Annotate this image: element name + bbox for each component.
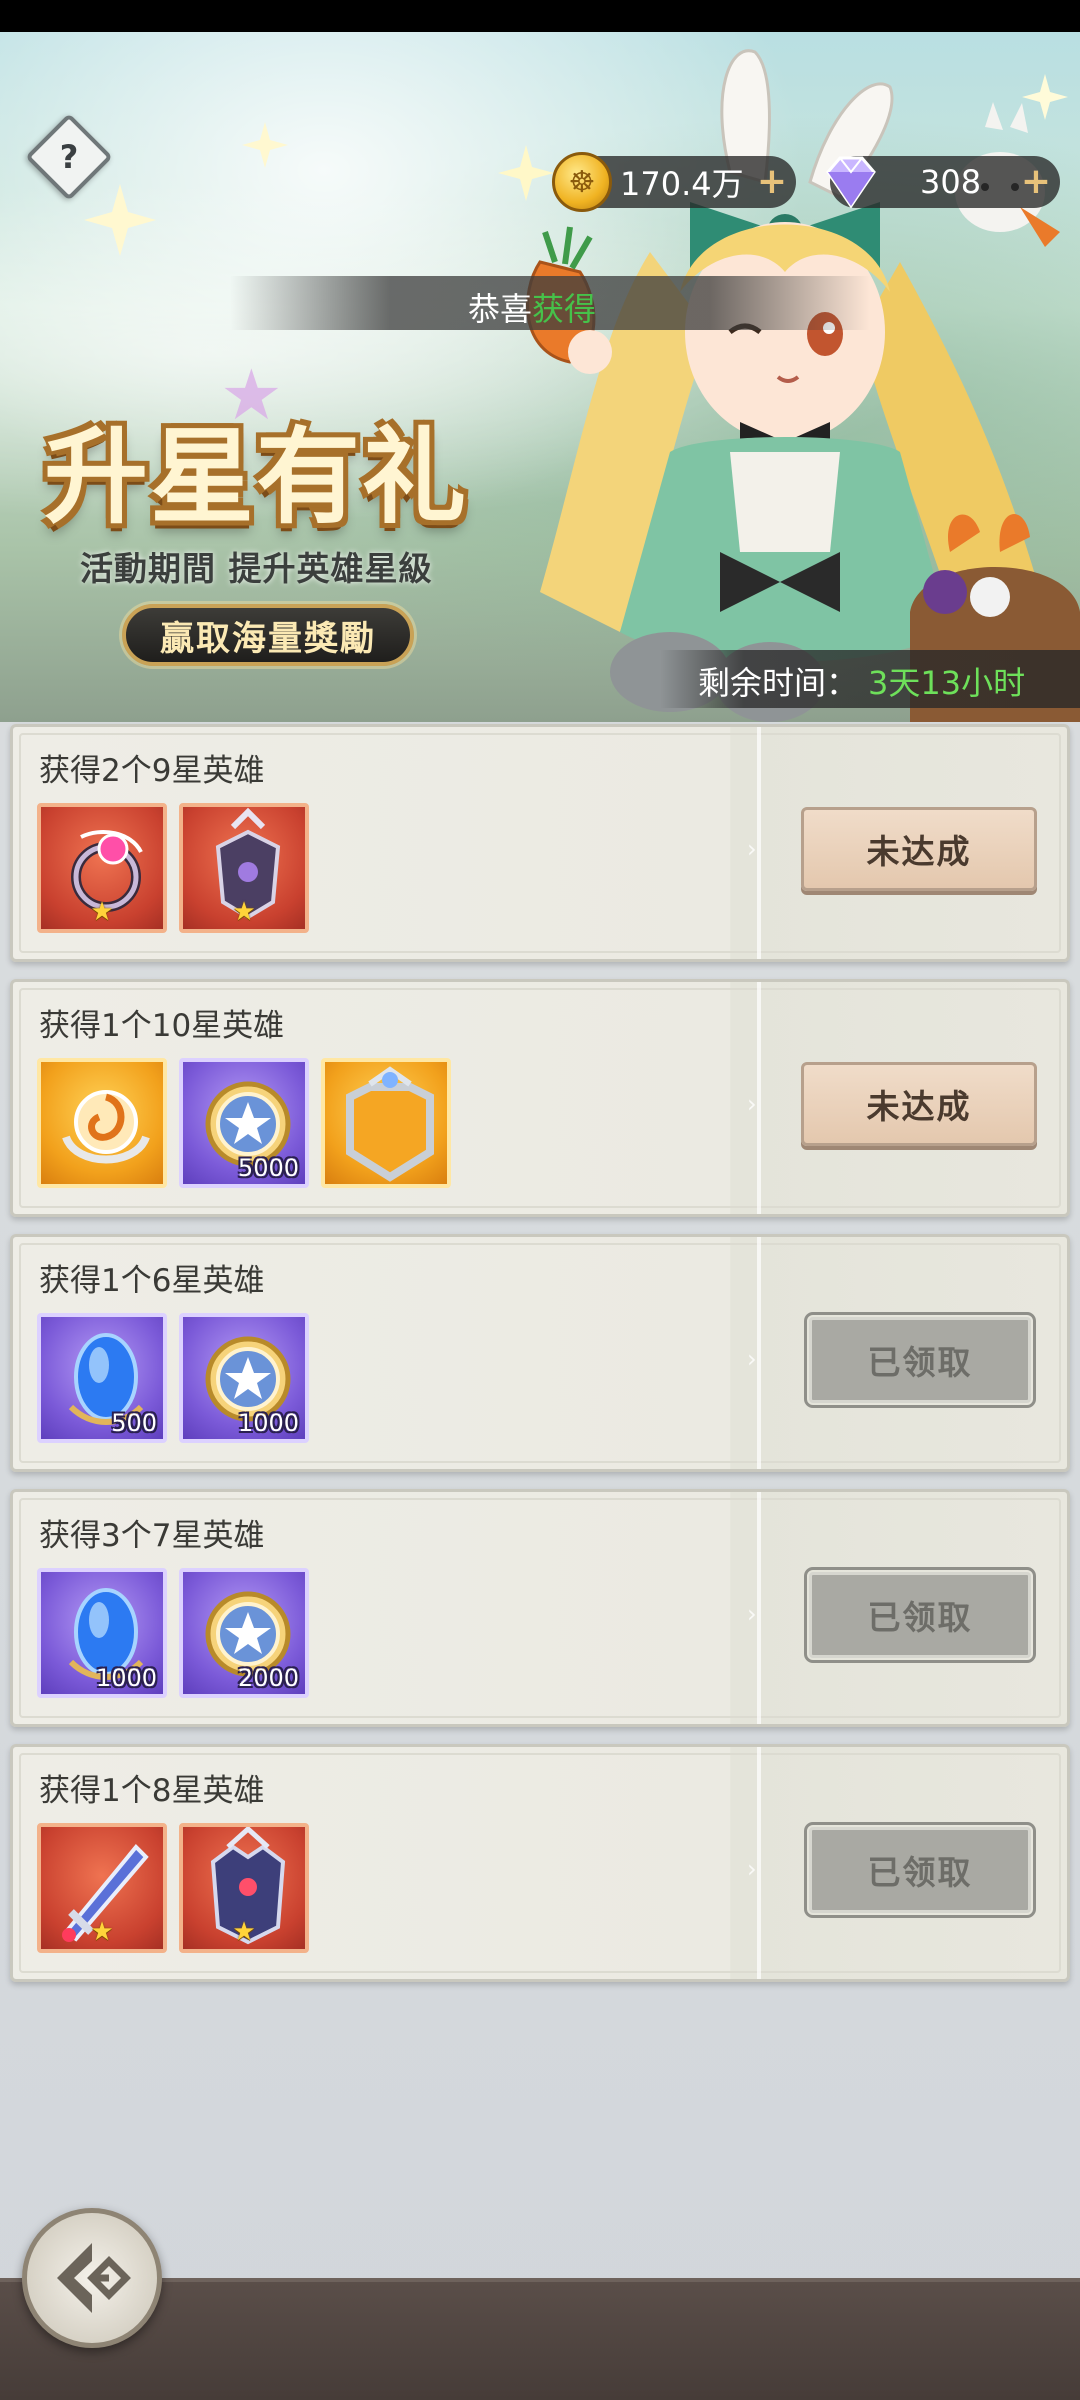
reward-list: ★ ★ (37, 1823, 309, 1953)
add-gem-button[interactable]: + (1020, 164, 1052, 200)
bunny-girl-illustration (498, 49, 1080, 722)
reward-item[interactable]: 1000 (37, 1568, 167, 1698)
swirl-emblem-icon (62, 1090, 150, 1164)
reward-item[interactable]: ★ (37, 803, 167, 933)
claimed-button[interactable]: 已领取 (804, 1312, 1036, 1408)
reward-item[interactable] (37, 1058, 167, 1188)
reward-count: 500 (111, 1409, 157, 1437)
congrats-prefix: 恭喜 (468, 290, 533, 328)
congrats-highlight: 获得 (532, 290, 597, 328)
task-card: › 获得1个10星英雄 5000 未达成 (10, 979, 1070, 1217)
reward-count: 5000 (237, 1154, 299, 1182)
reward-list: 1000 2000 (37, 1568, 309, 1698)
chevron-right-icon: › (747, 1600, 757, 1628)
star-icon: ★ (90, 897, 114, 927)
reward-count: 2000 (237, 1664, 299, 1692)
reward-item[interactable] (321, 1058, 451, 1188)
star-icon: ★ (232, 897, 256, 927)
task-title: 获得1个6星英雄 (39, 1263, 265, 1299)
chevron-right-icon: › (747, 1855, 757, 1883)
sparkle-icon (84, 184, 156, 256)
reward-list: 500 1000 (37, 1313, 309, 1443)
add-gold-button[interactable]: + (756, 164, 788, 200)
task-title: 获得3个7星英雄 (39, 1518, 265, 1554)
time-label: 剩余时间： (698, 664, 859, 702)
frame-crest-icon (346, 1066, 434, 1182)
claimed-button[interactable]: 已领取 (804, 1822, 1036, 1918)
sparkle-icon (242, 122, 288, 168)
task-title: 获得1个10星英雄 (39, 1008, 285, 1044)
reward-item[interactable]: 1000 (179, 1313, 309, 1443)
gem-currency: 308 + (826, 156, 1060, 209)
claimed-button[interactable]: 已领取 (804, 1567, 1036, 1663)
task-title: 获得1个8星英雄 (39, 1773, 265, 1809)
reward-item[interactable]: ★ (179, 803, 309, 933)
question-icon: ? (59, 138, 79, 176)
reward-item[interactable]: ★ (37, 1823, 167, 1953)
reward-count: 1000 (237, 1409, 299, 1437)
task-card: › 获得1个8星英雄 ★ ★ 已领取 (10, 1744, 1070, 1982)
reward-item[interactable]: 500 (37, 1313, 167, 1443)
reward-list: ★ ★ (37, 803, 309, 933)
gold-amount: 170.4万 (620, 165, 744, 203)
gold-currency: ☸ 170.4万 + (552, 152, 796, 212)
congrats-text: 恭喜获得 (468, 284, 596, 330)
reward-count: 1000 (95, 1664, 157, 1692)
chevron-right-icon: › (747, 1345, 757, 1373)
unreached-button[interactable]: 未达成 (801, 807, 1037, 891)
star-icon: ★ (90, 1917, 114, 1947)
chevron-right-icon: › (747, 1090, 757, 1118)
reward-item[interactable]: 5000 (179, 1058, 309, 1188)
task-title: 获得2个9星英雄 (39, 753, 265, 789)
status-bar (0, 0, 1080, 32)
chevron-right-icon: › (747, 835, 757, 863)
reward-item[interactable]: ★ (179, 1823, 309, 1953)
bottom-bar (0, 2278, 1080, 2400)
back-arrow-icon (57, 2243, 131, 2313)
unreached-button[interactable]: 未达成 (801, 1062, 1037, 1146)
time-value: 3天13小时 (868, 664, 1026, 702)
gem-amount: 308 (920, 163, 982, 201)
reward-item[interactable]: 2000 (179, 1568, 309, 1698)
event-subtitle: 活動期間 提升英雄星級 (80, 549, 433, 588)
diamond-icon (826, 156, 876, 209)
star-icon: ★ (232, 1917, 256, 1947)
event-title: 升星有礼 (44, 416, 469, 538)
reward-list: 5000 (37, 1058, 451, 1188)
task-card: › 获得1个6星英雄 500 1000 已领取 (10, 1234, 1070, 1472)
task-card: › 获得3个7星英雄 1000 2000 已领取 (10, 1489, 1070, 1727)
gold-coin-icon: ☸ (552, 152, 612, 212)
event-tagline: 贏取海量獎勵 (122, 604, 414, 666)
back-button[interactable] (22, 2208, 162, 2348)
task-card: › 获得2个9星英雄 ★ ★ 未达成 (10, 724, 1070, 962)
